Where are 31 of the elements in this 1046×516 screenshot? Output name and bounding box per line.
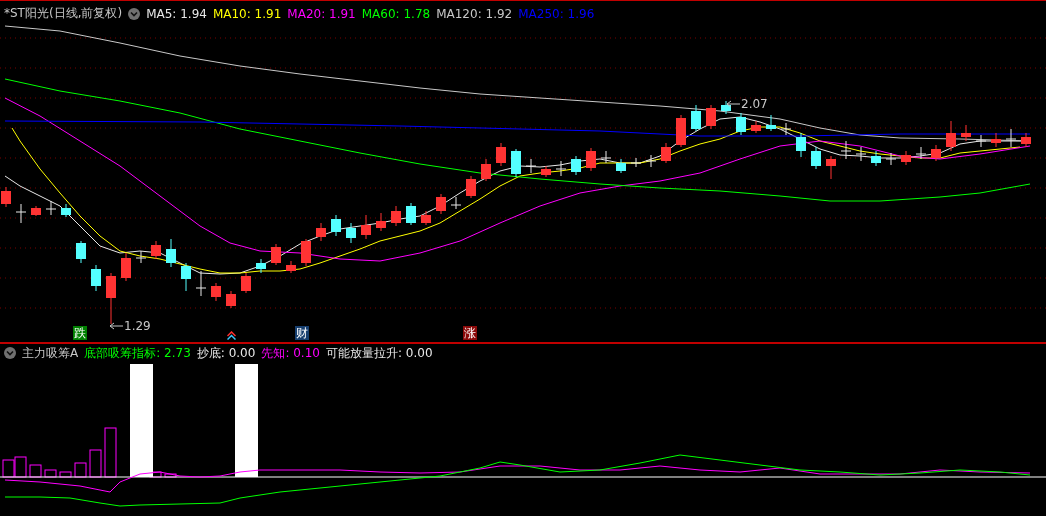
chart-title: *ST阳光(日线,前复权)	[4, 5, 123, 22]
left-arrow-icon	[109, 322, 123, 330]
indicator-value: 先知: 0.10	[261, 344, 320, 362]
signal-tag: 跌	[73, 326, 87, 340]
signal-tag: 财	[295, 326, 309, 340]
volume-bar	[164, 473, 177, 478]
indicator-value: 可能放量拉升: 0.00	[325, 344, 433, 362]
indicator-value: MA250: 1.96	[518, 6, 595, 21]
dropdown-icon[interactable]	[128, 7, 141, 20]
price-label: 2.07	[741, 97, 768, 111]
indicator-value: MA120: 1.92	[436, 6, 513, 21]
volume-bar	[59, 471, 72, 478]
volume-bar	[89, 449, 102, 478]
indicator-value: MA5: 1.94	[146, 6, 207, 21]
indicator-value: 底部吸筹指标: 2.73	[84, 344, 191, 362]
indicator-value: MA60: 1.78	[361, 6, 431, 21]
indicator-value: MA20: 1.91	[287, 6, 356, 21]
indicator-title: 主力吸筹A	[22, 344, 79, 362]
dropdown-icon[interactable]	[4, 347, 16, 359]
indicator-value: MA10: 1.91	[212, 6, 282, 21]
price-label: 1.29	[124, 319, 151, 333]
volume-bar	[29, 464, 42, 478]
volume-bar	[44, 469, 57, 478]
volume-bar	[74, 462, 87, 478]
volume-bar	[104, 427, 117, 478]
signal-tag: 涨	[463, 326, 477, 340]
volume-bar	[14, 456, 27, 478]
left-arrow-icon	[726, 100, 740, 108]
up-arrow-icon	[227, 331, 236, 340]
indicator-value: 抄底: 0.00	[196, 344, 256, 362]
volume-bar	[2, 459, 15, 478]
